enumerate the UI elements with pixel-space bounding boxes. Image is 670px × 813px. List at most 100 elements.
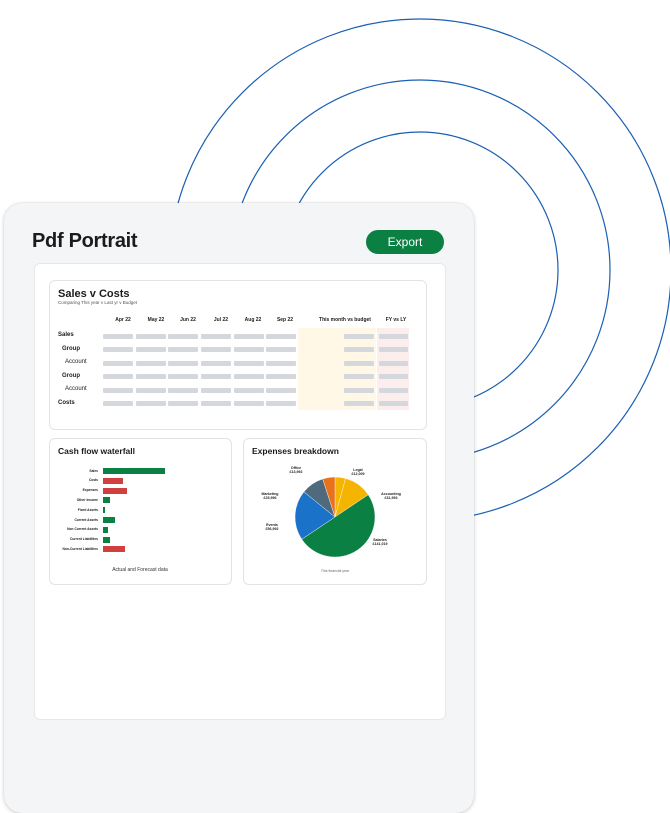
fy-ly-cell-placeholder xyxy=(379,347,408,352)
row-label: Sales xyxy=(58,332,74,338)
pie-label-value: £56,992 xyxy=(265,527,279,532)
cash-flow-category-label: Non Current Assets xyxy=(67,527,98,532)
table-cell-placeholder xyxy=(168,334,198,339)
cash-flow-title: Cash flow waterfall xyxy=(58,446,135,456)
table-cell-placeholder xyxy=(234,361,264,366)
table-cell-placeholder xyxy=(136,361,166,366)
cash-flow-category-label: Costs xyxy=(88,478,98,483)
budget-cell-placeholder xyxy=(344,361,374,366)
column-header: Jun 22 xyxy=(180,317,196,323)
cash-flow-bar xyxy=(103,546,125,553)
table-cell-placeholder xyxy=(136,374,166,379)
table-cell-placeholder xyxy=(136,388,166,393)
row-label: Account xyxy=(65,359,87,365)
table-cell-placeholder xyxy=(201,374,231,379)
table-cell-placeholder xyxy=(103,401,133,406)
table-cell-placeholder xyxy=(168,347,198,352)
table-cell-placeholder xyxy=(168,401,198,406)
cash-flow-bar xyxy=(103,507,105,514)
fy-ly-cell-placeholder xyxy=(379,334,408,339)
table-cell-placeholder xyxy=(234,388,264,393)
table-cell-placeholder xyxy=(201,334,231,339)
table-cell-placeholder xyxy=(234,334,264,339)
table-cell-placeholder xyxy=(201,361,231,366)
budget-cell-placeholder xyxy=(344,374,374,379)
expenses-caption: This financial year xyxy=(320,569,350,573)
cash-flow-category-label: Fixed Assets xyxy=(77,507,98,512)
table-cell-placeholder xyxy=(103,347,133,352)
column-header: Apr 22 xyxy=(115,317,131,323)
table-cell-placeholder xyxy=(103,388,133,393)
budget-cell-placeholder xyxy=(344,347,374,352)
cash-flow-category-label: Current Liabilities xyxy=(69,537,98,542)
cash-flow-category-label: Expenses xyxy=(82,488,98,493)
column-header: FY vs LY xyxy=(385,317,407,323)
pie-label-legal: Legal £12,009 xyxy=(340,468,376,477)
table-cell-placeholder xyxy=(234,374,264,379)
cash-flow-category-label: Other Income xyxy=(76,497,98,502)
fy-ly-cell-placeholder xyxy=(379,361,408,366)
fy-ly-cell-placeholder xyxy=(379,401,408,406)
pie-label-value: £31,993 xyxy=(384,496,398,501)
cash-flow-bar xyxy=(103,536,110,543)
table-cell-placeholder xyxy=(168,388,198,393)
budget-column-highlight xyxy=(298,328,376,410)
table-cell-placeholder xyxy=(201,347,231,352)
column-header: May 22 xyxy=(147,317,165,323)
table-cell-placeholder xyxy=(266,347,296,352)
sales-costs-subtitle: Comparing This year v Last yr v Budget xyxy=(58,300,137,305)
export-button[interactable]: Export xyxy=(366,230,444,254)
pie-label-events: Events £56,992 xyxy=(254,523,290,532)
column-header: Aug 22 xyxy=(244,317,262,323)
pie-label-office: Office £13,992 xyxy=(278,466,314,475)
table-cell-placeholder xyxy=(201,388,231,393)
budget-cell-placeholder xyxy=(344,401,374,406)
expenses-title: Expenses breakdown xyxy=(252,446,339,456)
sales-costs-title: Sales v Costs xyxy=(58,288,130,300)
column-header: Sep 22 xyxy=(276,317,294,323)
expenses-pie-chart xyxy=(294,476,376,558)
table-cell-placeholder xyxy=(168,361,198,366)
table-cell-placeholder xyxy=(168,374,198,379)
cash-flow-caption: Actual and Forecast data xyxy=(112,567,168,573)
fy-ly-cell-placeholder xyxy=(379,388,408,393)
pie-label-value: £12,009 xyxy=(351,472,365,477)
cash-flow-bar xyxy=(103,477,123,484)
table-cell-placeholder xyxy=(103,361,133,366)
cash-flow-bar xyxy=(103,487,127,494)
table-cell-placeholder xyxy=(103,374,133,379)
cash-flow-category-label: Sales xyxy=(89,468,98,473)
pie-label-value: £13,992 xyxy=(289,470,303,475)
table-cell-placeholder xyxy=(234,401,264,406)
row-label: Account xyxy=(65,386,87,392)
pie-label-marketing: Marketing £25,996 xyxy=(252,492,288,501)
cash-flow-bar xyxy=(103,497,110,504)
cash-flow-category-label: Non-Current Liabilities xyxy=(62,546,98,551)
cash-flow-category-label: Current Assets xyxy=(74,517,98,522)
pie-label-value: £25,996 xyxy=(263,496,277,501)
column-header: Jul 22 xyxy=(213,317,229,323)
fy-ly-cell-placeholder xyxy=(379,374,408,379)
cash-flow-bar xyxy=(103,468,165,474)
table-cell-placeholder xyxy=(266,401,296,406)
pie-label-value: £141,019 xyxy=(372,542,388,547)
table-cell-placeholder xyxy=(103,334,133,339)
table-cell-placeholder xyxy=(266,374,296,379)
row-label: Group xyxy=(62,373,80,379)
column-header: This month vs budget xyxy=(319,317,371,323)
table-cell-placeholder xyxy=(266,334,296,339)
table-cell-placeholder xyxy=(201,401,231,406)
budget-cell-placeholder xyxy=(344,388,374,393)
table-cell-placeholder xyxy=(136,334,166,339)
fy-vs-ly-column-highlight xyxy=(377,328,409,410)
budget-cell-placeholder xyxy=(344,334,374,339)
row-label: Costs xyxy=(58,400,75,406)
page-title: Pdf Portrait xyxy=(32,230,138,252)
row-label: Group xyxy=(62,346,80,352)
cash-flow-bar xyxy=(103,526,108,533)
pie-label-accounting: Accounting £31,993 xyxy=(373,492,409,501)
table-cell-placeholder xyxy=(266,388,296,393)
cash-flow-bar xyxy=(103,517,115,523)
table-cell-placeholder xyxy=(234,347,264,352)
table-cell-placeholder xyxy=(266,361,296,366)
